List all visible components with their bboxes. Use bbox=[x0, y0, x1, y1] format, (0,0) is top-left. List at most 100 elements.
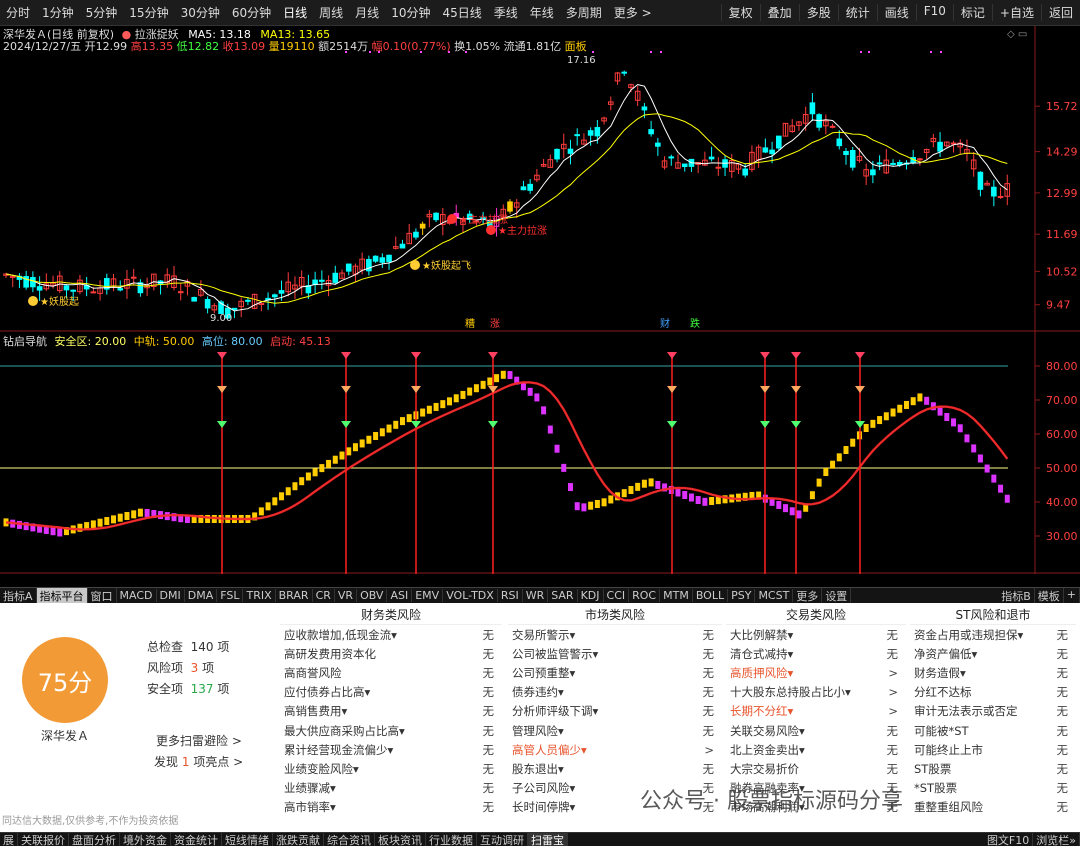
risk-item[interactable]: 公司被监管警示▾ 无 bbox=[508, 644, 722, 663]
risk-item[interactable]: 高市销率▾ 无 bbox=[280, 798, 502, 817]
period-12[interactable]: 年线 bbox=[524, 4, 560, 21]
indicator-tab-7[interactable]: TRIX bbox=[243, 589, 276, 602]
risk-item[interactable]: 可能终止上市 无 bbox=[910, 740, 1076, 759]
period-1[interactable]: 1分钟 bbox=[36, 4, 80, 21]
toolbar-button-8[interactable]: 返回 bbox=[1040, 4, 1080, 21]
risk-item[interactable]: 净资产偏低▾ 无 bbox=[910, 644, 1076, 663]
risk-item[interactable]: 高管人员偏少▾ > bbox=[508, 740, 722, 759]
risk-item[interactable]: 应收款增加,低现金流▾ 无 bbox=[280, 625, 502, 644]
risk-item[interactable]: 最大供应商采购占比高▾ 无 bbox=[280, 721, 502, 740]
risk-item[interactable]: 北上资金卖出▾ 无 bbox=[726, 740, 906, 759]
indicator-tab-5[interactable]: DMA bbox=[185, 589, 218, 602]
indicator-tab-20[interactable]: ROC bbox=[629, 589, 661, 602]
risk-item[interactable]: 高质押风险▾ > bbox=[726, 663, 906, 682]
indicator-tab-12[interactable]: ASI bbox=[387, 589, 413, 602]
period-3[interactable]: 15分钟 bbox=[123, 4, 174, 21]
period-13[interactable]: 多周期 bbox=[560, 4, 608, 21]
period-11[interactable]: 季线 bbox=[488, 4, 524, 21]
indicator-tab-3[interactable]: MACD bbox=[117, 589, 157, 602]
indicator-tab-21[interactable]: MTM bbox=[660, 589, 693, 602]
risk-item[interactable]: 高研发费用资本化 无 bbox=[280, 644, 502, 663]
footer-tab-10[interactable]: 互动调研 bbox=[477, 833, 528, 846]
footer-tab-1[interactable]: 关联报价 bbox=[18, 833, 69, 846]
indicator-tab-16[interactable]: WR bbox=[523, 589, 549, 602]
indicator-tab-15[interactable]: RSI bbox=[498, 589, 523, 602]
indicator-tab-24[interactable]: MCST bbox=[755, 589, 794, 602]
footer-tab-0[interactable]: 展 bbox=[0, 833, 18, 846]
risk-item[interactable]: 高销售费用▾ 无 bbox=[280, 702, 502, 721]
risk-item[interactable]: 资金占用或违规担保▾ 无 bbox=[910, 625, 1076, 644]
footer-tab-9[interactable]: 行业数据 bbox=[426, 833, 477, 846]
indicator-tab-25[interactable]: 更多 bbox=[793, 588, 823, 603]
highlight-link[interactable]: 发现 1 项亮点 > bbox=[154, 753, 243, 770]
tab-right-2[interactable]: + bbox=[1064, 588, 1080, 603]
footer-tab-2[interactable]: 盘面分析 bbox=[69, 833, 120, 846]
risk-item[interactable]: 应付债券占比高▾ 无 bbox=[280, 683, 502, 702]
risk-item[interactable]: 管理风险▾ 无 bbox=[508, 721, 722, 740]
tab-right-0[interactable]: 指标B bbox=[998, 588, 1035, 603]
indicator-tab-14[interactable]: VOL-TDX bbox=[443, 589, 498, 602]
tab-right-1[interactable]: 模板 bbox=[1035, 588, 1064, 603]
risk-item[interactable]: 长期不分红▾ > bbox=[726, 702, 906, 721]
toolbar-button-7[interactable]: +自选 bbox=[991, 4, 1041, 21]
risk-item[interactable]: 清仓式减持▾ 无 bbox=[726, 644, 906, 663]
risk-item[interactable]: 高商誉风险 无 bbox=[280, 663, 502, 682]
risk-item[interactable]: 大比例解禁▾ 无 bbox=[726, 625, 906, 644]
period-2[interactable]: 5分钟 bbox=[80, 4, 124, 21]
footer-f10[interactable]: 图文F10 bbox=[984, 833, 1034, 846]
indicator-tab-18[interactable]: KDJ bbox=[578, 589, 604, 602]
risk-item[interactable]: 业绩骤减▾ 无 bbox=[280, 779, 502, 798]
risk-item[interactable]: 大宗交易折价 无 bbox=[726, 759, 906, 778]
risk-item[interactable]: 分析师评级下调▾ 无 bbox=[508, 702, 722, 721]
footer-tab-5[interactable]: 短线情绪 bbox=[222, 833, 273, 846]
toolbar-button-0[interactable]: 复权 bbox=[720, 4, 760, 21]
indicator-tab-17[interactable]: SAR bbox=[548, 589, 578, 602]
indicator-tab-26[interactable]: 设置 bbox=[822, 588, 852, 603]
risk-item[interactable]: 审计无法表示或否定 无 bbox=[910, 702, 1076, 721]
toolbar-button-6[interactable]: 标记 bbox=[952, 4, 992, 21]
footer-browse[interactable]: 浏览栏» bbox=[1033, 833, 1080, 846]
indicator-tab-1[interactable]: 指标平台 bbox=[36, 588, 88, 603]
risk-item[interactable]: *ST股票 无 bbox=[910, 779, 1076, 798]
indicator-tab-9[interactable]: CR bbox=[313, 589, 335, 602]
period-8[interactable]: 月线 bbox=[349, 4, 385, 21]
toolbar-button-1[interactable]: 叠加 bbox=[759, 4, 799, 21]
period-10[interactable]: 45日线 bbox=[436, 4, 487, 21]
risk-item[interactable]: 十大股东总持股占比小▾ > bbox=[726, 683, 906, 702]
risk-item[interactable]: 关联交易风险▾ 无 bbox=[726, 721, 906, 740]
risk-item[interactable]: 业绩变脸风险▾ 无 bbox=[280, 759, 502, 778]
indicator-tab-10[interactable]: VR bbox=[335, 589, 358, 602]
risk-item[interactable]: 累计经营现金流偏少▾ 无 bbox=[280, 740, 502, 759]
period-4[interactable]: 30分钟 bbox=[175, 4, 226, 21]
indicator-tab-23[interactable]: PSY bbox=[728, 589, 756, 602]
risk-item[interactable]: 股东退出▾ 无 bbox=[508, 759, 722, 778]
risk-item[interactable]: 债券违约▾ 无 bbox=[508, 683, 722, 702]
footer-tab-7[interactable]: 综合资讯 bbox=[324, 833, 375, 846]
indicator-tab-6[interactable]: FSL bbox=[217, 589, 244, 602]
chart-area[interactable]: 15.72 14.29 12.99 11.69 10.52 9.47 17.16 9.00 ★妖… bbox=[0, 26, 1080, 574]
period-5[interactable]: 60分钟 bbox=[226, 4, 277, 21]
risk-item[interactable]: 可能被*ST 无 bbox=[910, 721, 1076, 740]
footer-tab-6[interactable]: 涨跌贡献 bbox=[273, 833, 324, 846]
period-14[interactable]: 更多 > bbox=[608, 4, 658, 21]
period-6[interactable]: 日线 bbox=[277, 4, 313, 21]
footer-tab-3[interactable]: 境外资金 bbox=[120, 833, 171, 846]
indicator-tab-4[interactable]: DMI bbox=[157, 589, 185, 602]
period-9[interactable]: 10分钟 bbox=[385, 4, 436, 21]
kline-chart[interactable]: 15.72 14.29 12.99 11.69 10.52 9.47 17.16 9.00 ★妖… bbox=[0, 26, 1080, 574]
period-0[interactable]: 分时 bbox=[0, 4, 36, 21]
risk-item[interactable]: 重整重组风险 无 bbox=[910, 798, 1076, 817]
window-controls[interactable]: ◇ ▭ bbox=[1007, 29, 1027, 40]
panel-link[interactable]: 面板 bbox=[565, 40, 587, 53]
indicator-tab-0[interactable]: 指标A bbox=[0, 588, 37, 603]
toolbar-button-3[interactable]: 统计 bbox=[837, 4, 877, 21]
toolbar-button-5[interactable]: F10 bbox=[915, 4, 953, 21]
period-7[interactable]: 周线 bbox=[313, 4, 349, 21]
indicator-tab-8[interactable]: BRAR bbox=[276, 589, 313, 602]
indicator-tab-2[interactable]: 窗口 bbox=[88, 588, 117, 603]
footer-tab-4[interactable]: 资金统计 bbox=[171, 833, 222, 846]
indicator-tab-11[interactable]: OBV bbox=[357, 589, 388, 602]
indicator-tab-13[interactable]: EMV bbox=[412, 589, 444, 602]
more-scan-link[interactable]: 更多扫雷避险 > bbox=[156, 732, 242, 749]
indicator-tab-22[interactable]: BOLL bbox=[693, 589, 729, 602]
